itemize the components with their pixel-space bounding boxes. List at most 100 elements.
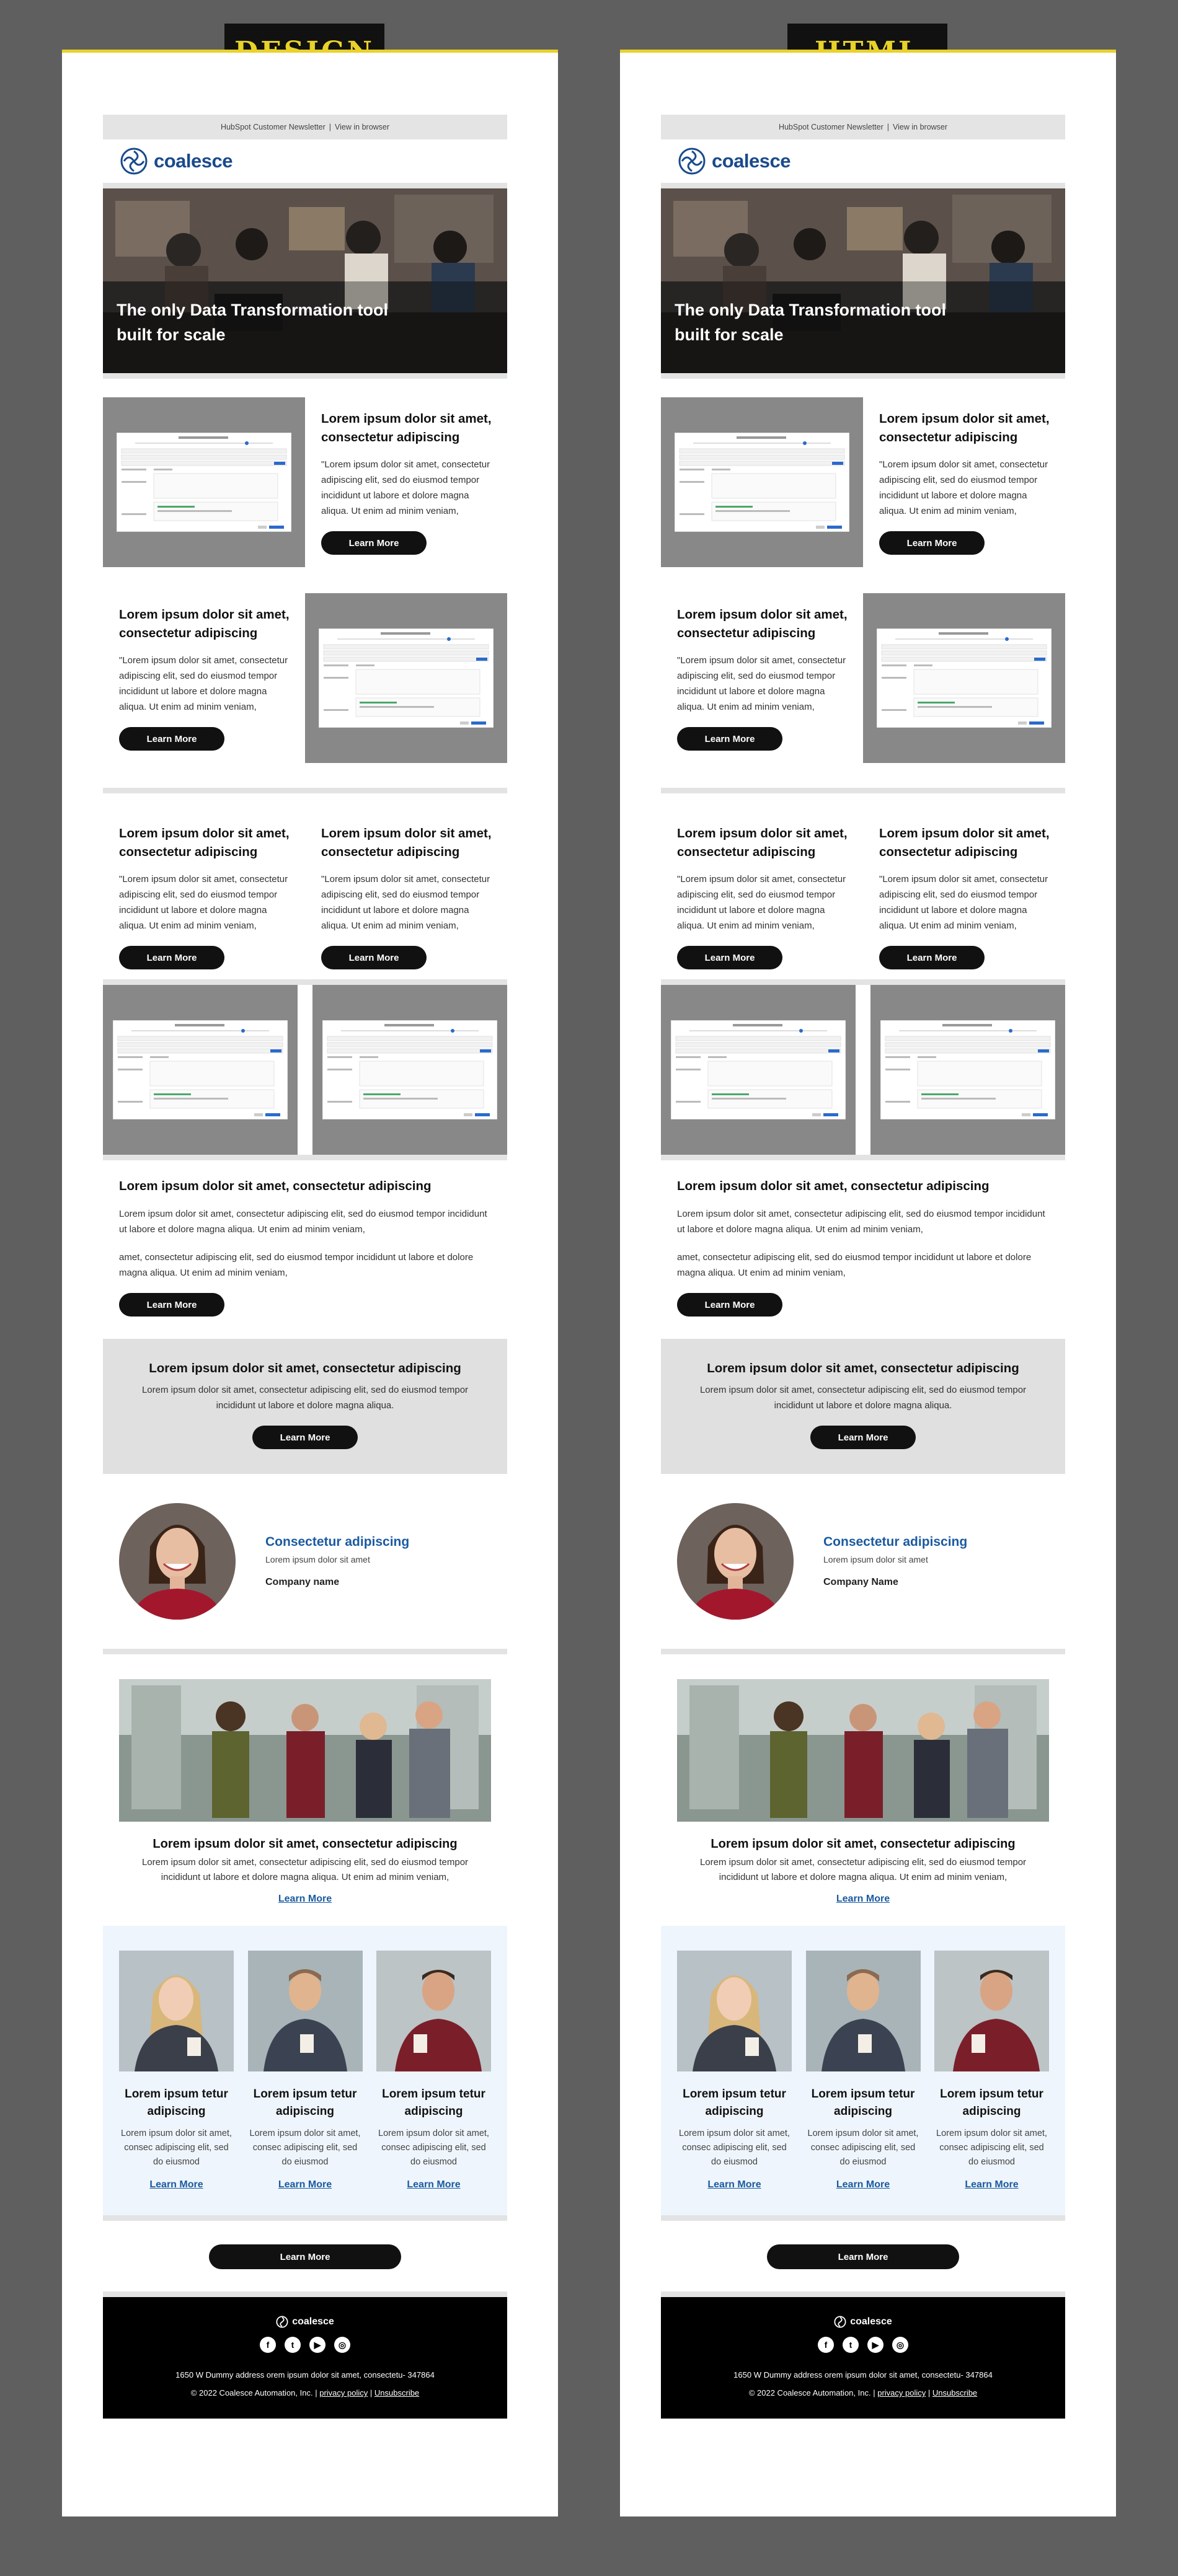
newsletter-email: HubSpot Customer Newsletter | View in br… (661, 115, 1065, 2419)
learn-more-button[interactable]: Learn More (879, 531, 985, 555)
learn-more-link[interactable]: Learn More (278, 2179, 332, 2190)
learn-more-link[interactable]: Learn More (407, 2179, 460, 2190)
hero-headline-line2: built for scale (117, 325, 226, 344)
card-body: Lorem ipsum dolor sit amet, consec adipi… (679, 2128, 790, 2167)
feature-body: "Lorem ipsum dolor sit amet, consectetur… (879, 459, 1048, 516)
divider (103, 183, 507, 188)
divider (661, 1649, 1065, 1654)
screenshot-image (870, 985, 1065, 1155)
column-title: Lorem ipsum dolor sit amet, consectetur … (677, 826, 848, 859)
avatar (677, 1503, 794, 1620)
divider (103, 788, 507, 793)
preheader-text: HubSpot Customer Newsletter (220, 123, 326, 131)
instagram-icon[interactable]: ◎ (334, 2337, 350, 2353)
learn-more-button[interactable]: Learn More (321, 531, 427, 555)
footer-legal: © 2022 Coalesce Automation, Inc. | priva… (103, 2388, 507, 2397)
wide-paragraph-1: Lorem ipsum dolor sit amet, consectetur … (677, 1209, 1045, 1235)
person-role: Lorem ipsum dolor sit amet (265, 1555, 370, 1564)
learn-more-button[interactable]: Learn More (119, 946, 224, 969)
feature-title: Lorem ipsum dolor sit amet, consectetur … (119, 607, 290, 640)
profile-card: Lorem ipsum tetur adipiscing Lorem ipsum… (934, 1951, 1049, 2190)
unsubscribe-link[interactable]: Unsubscribe (932, 2388, 977, 2397)
learn-more-button[interactable]: Learn More (321, 946, 427, 969)
profile-photo (247, 1951, 363, 2071)
team-body: Lorem ipsum dolor sit amet, consectetur … (141, 1857, 469, 1882)
design-column: HubSpot Customer Newsletter | View in br… (62, 50, 558, 2516)
privacy-policy-link[interactable]: privacy policy (877, 2388, 926, 2397)
app-screenshot (877, 629, 1052, 728)
app-screenshot (880, 1020, 1055, 1119)
wide-paragraph-1: Lorem ipsum dolor sit amet, consectetur … (119, 1209, 487, 1235)
learn-more-link[interactable]: Learn More (836, 2179, 890, 2190)
team-title: Lorem ipsum dolor sit amet, consectetur … (711, 1837, 1016, 1851)
person-name: Consectetur adipiscing (823, 1535, 968, 1549)
avatar (119, 1503, 236, 1620)
learn-more-button[interactable]: Learn More (252, 1426, 358, 1449)
person-photo (119, 1503, 236, 1620)
column-title: Lorem ipsum dolor sit amet, consectetur … (879, 826, 1050, 859)
email-footer: coalesce f t ▶ ◎ 1650 W Dummy address or… (661, 2297, 1065, 2419)
divider (103, 979, 507, 985)
wide-paragraph-2: amet, consectetur adipiscing elit, sed d… (677, 1252, 1032, 1278)
cta-body: Lorem ipsum dolor sit amet, consectetur … (699, 1385, 1027, 1411)
profile-photo (119, 1951, 234, 2071)
cta-title: Lorem ipsum dolor sit amet, consectetur … (149, 1361, 461, 1375)
view-in-browser-link[interactable]: View in browser (335, 123, 389, 131)
feature-text: Lorem ipsum dolor sit amet, consectetur … (661, 593, 863, 763)
learn-more-link[interactable]: Learn More (707, 2179, 761, 2190)
preheader-bar: HubSpot Customer Newsletter | View in br… (103, 115, 507, 139)
brand-logo[interactable]: coalesce (103, 139, 507, 183)
footer-logo[interactable]: coalesce (103, 2316, 507, 2328)
twitter-icon[interactable]: t (843, 2337, 859, 2353)
learn-more-button[interactable]: Learn More (119, 727, 224, 751)
divider (661, 788, 1065, 793)
feature-section: Lorem ipsum dolor sit amet, consectetur … (103, 379, 507, 763)
card-title: Lorem ipsum tetur adipiscing (940, 2088, 1043, 2118)
divider (661, 2215, 1065, 2221)
brand-logo[interactable]: coalesce (661, 139, 1065, 183)
twitter-icon[interactable]: t (285, 2337, 301, 2353)
learn-more-button[interactable]: Learn More (677, 1293, 782, 1317)
team-body: Lorem ipsum dolor sit amet, consectetur … (699, 1857, 1027, 1882)
view-in-browser-link[interactable]: View in browser (893, 123, 947, 131)
screenshot-image (661, 397, 863, 567)
hero-headline-line2: built for scale (675, 325, 784, 344)
footer-logo[interactable]: coalesce (661, 2316, 1065, 2328)
testimonial-person: Consectetur adipiscing Lorem ipsum dolor… (103, 1474, 507, 1649)
youtube-icon[interactable]: ▶ (309, 2337, 326, 2353)
hero-banner: The only Data Transformation tool built … (661, 188, 1065, 373)
column-body: "Lorem ipsum dolor sit amet, consectetur… (119, 874, 288, 931)
learn-more-link[interactable]: Learn More (836, 1894, 890, 1904)
feature-text: Lorem ipsum dolor sit amet, consectetur … (863, 397, 1065, 567)
coalesce-spiral-icon (120, 148, 148, 175)
facebook-icon[interactable]: f (818, 2337, 834, 2353)
two-column-text-section: Lorem ipsum dolor sit amet, consectetur … (103, 793, 507, 979)
learn-more-link[interactable]: Learn More (149, 2179, 203, 2190)
company-name: Company Name (823, 1577, 898, 1587)
learn-more-button[interactable]: Learn More (209, 2244, 401, 2269)
learn-more-button[interactable]: Learn More (767, 2244, 959, 2269)
instagram-icon[interactable]: ◎ (892, 2337, 908, 2353)
youtube-icon[interactable]: ▶ (867, 2337, 884, 2353)
learn-more-button[interactable]: Learn More (810, 1426, 916, 1449)
unsubscribe-link[interactable]: Unsubscribe (374, 2388, 419, 2397)
learn-more-button[interactable]: Learn More (677, 946, 782, 969)
person-name: Consectetur adipiscing (265, 1535, 410, 1549)
screenshot-image (305, 593, 507, 763)
learn-more-link[interactable]: Learn More (965, 2179, 1018, 2190)
profile-photo (805, 1951, 921, 2071)
feature-row-1: Lorem ipsum dolor sit amet, consectetur … (103, 397, 507, 567)
two-screenshot-row (661, 985, 1065, 1155)
learn-more-button[interactable]: Learn More (119, 1293, 224, 1317)
divider (661, 979, 1065, 985)
learn-more-button[interactable]: Learn More (677, 727, 782, 751)
learn-more-link[interactable]: Learn More (278, 1894, 332, 1904)
profile-card: Lorem ipsum tetur adipiscing Lorem ipsum… (247, 1951, 363, 2190)
learn-more-button[interactable]: Learn More (879, 946, 985, 969)
privacy-policy-link[interactable]: privacy policy (319, 2388, 368, 2397)
wide-paragraph-2: amet, consectetur adipiscing elit, sed d… (119, 1252, 474, 1278)
facebook-icon[interactable]: f (260, 2337, 276, 2353)
profile-photo (934, 1951, 1049, 2071)
team-photo (103, 1654, 507, 1825)
column-body: "Lorem ipsum dolor sit amet, consectetur… (677, 874, 846, 931)
